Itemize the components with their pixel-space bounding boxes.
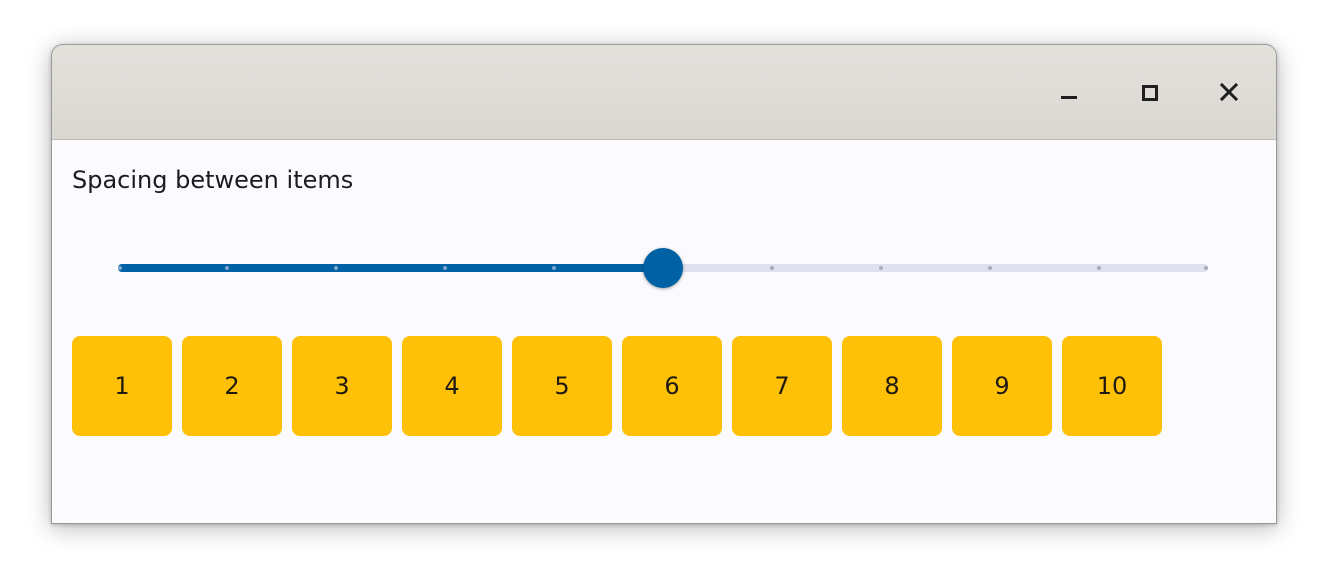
slider-active-track[interactable] [118,264,663,272]
item-box: 9 [952,336,1052,436]
spacing-label: Spacing between items [72,166,354,194]
minimize-icon [1061,96,1077,99]
content-area: Spacing between items 1 2 3 4 5 6 7 8 9 10 [52,140,1276,523]
close-icon [1219,82,1239,102]
app-window: Spacing between items 1 2 3 4 5 6 7 8 9 10 [51,44,1277,524]
item-box: 7 [732,336,832,436]
spacing-slider[interactable] [118,248,1208,288]
maximize-icon [1142,85,1158,101]
item-box: 6 [622,336,722,436]
item-box: 5 [512,336,612,436]
item-box: 3 [292,336,392,436]
slider-tick [334,266,338,270]
slider-tick [118,266,122,270]
title-bar[interactable] [52,45,1276,140]
item-box: 2 [182,336,282,436]
slider-tick [988,266,992,270]
slider-tick [879,266,883,270]
slider-thumb[interactable] [643,248,683,288]
slider-tick [552,266,556,270]
item-box: 8 [842,336,942,436]
close-button[interactable] [1210,73,1248,111]
item-box: 1 [72,336,172,436]
slider-tick [443,266,447,270]
slider-tick [225,266,229,270]
slider-tick [770,266,774,270]
slider-tick [1097,266,1101,270]
slider-tick [1204,266,1208,270]
item-box: 4 [402,336,502,436]
maximize-button[interactable] [1130,73,1168,111]
minimize-button[interactable] [1050,73,1088,111]
item-box: 10 [1062,336,1162,436]
